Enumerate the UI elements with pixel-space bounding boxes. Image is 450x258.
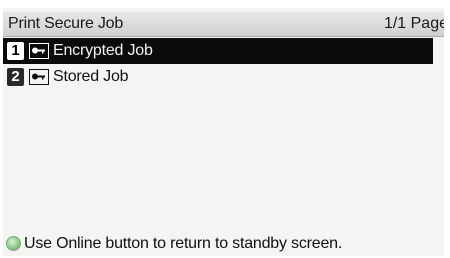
printer-panel-screen: Print Secure Job 1/1 Page 1 Encrypted Jo… (3, 8, 444, 256)
title-bar: Print Secure Job 1/1 Page (3, 12, 444, 37)
online-button-icon (6, 236, 21, 251)
menu-item-number: 2 (7, 68, 24, 86)
menu-item-number: 1 (7, 42, 24, 60)
status-footer: Use Online button to return to standby s… (3, 232, 444, 256)
key-icon (29, 43, 49, 59)
menu-item-label: Stored Job (53, 68, 129, 85)
page-indicator: 1/1 Page (383, 15, 444, 32)
screen-title: Print Secure Job (8, 15, 124, 32)
menu-item-label: Encrypted Job (53, 42, 153, 59)
menu-item-encrypted-job[interactable]: 1 Encrypted Job (3, 38, 433, 64)
standby-hint-message: Use Online button to return to standby s… (24, 235, 343, 252)
key-icon (29, 69, 49, 85)
menu-item-stored-job[interactable]: 2 Stored Job (3, 64, 433, 90)
